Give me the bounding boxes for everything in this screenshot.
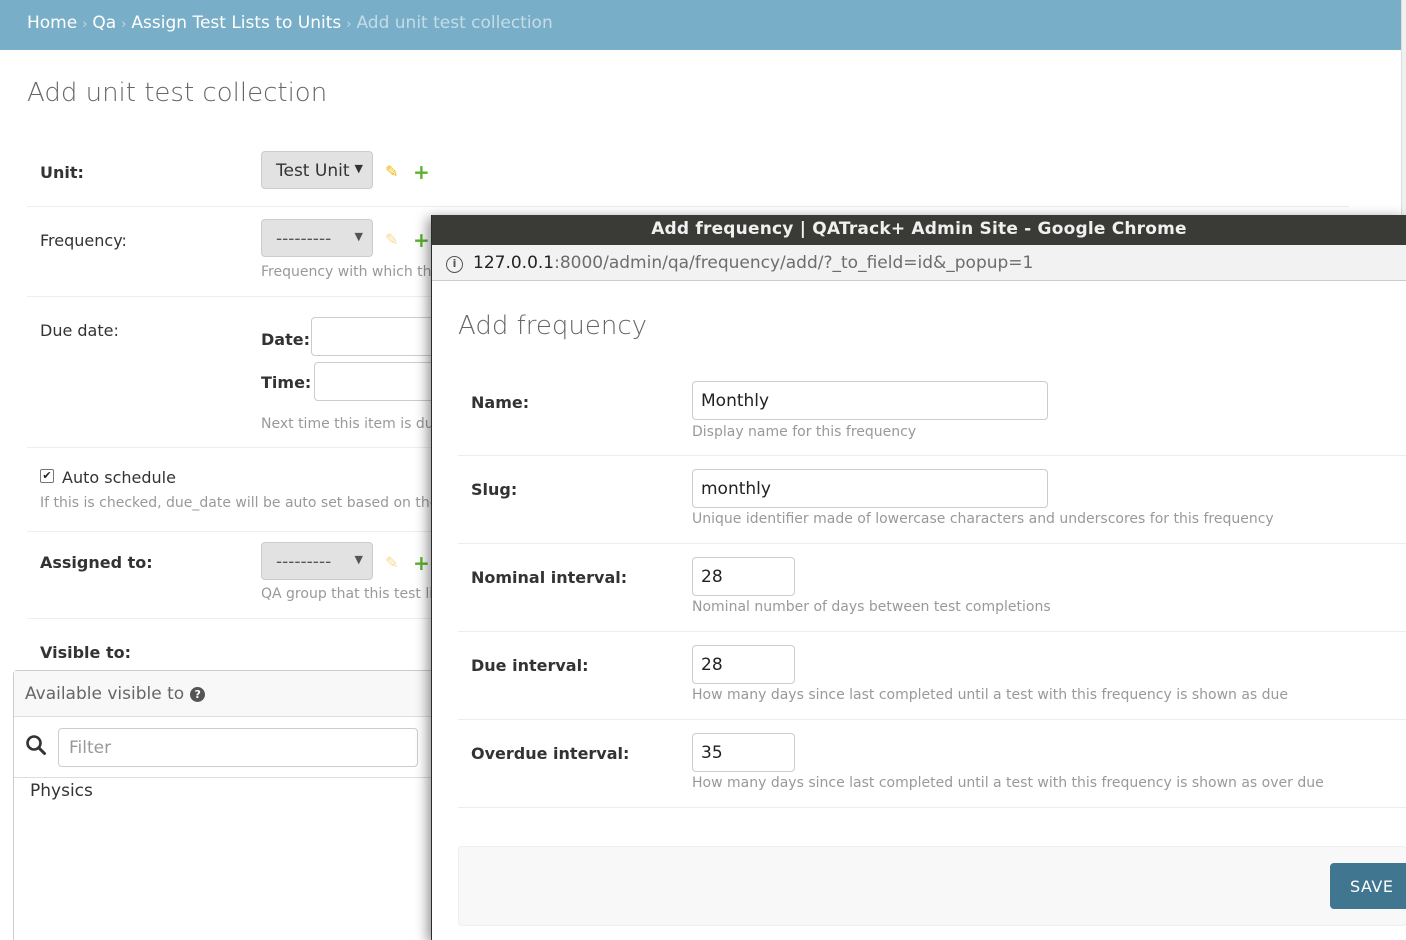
due-interval-row: Due interval: 28 How many days since las… [458, 632, 1406, 720]
help-question-icon[interactable]: ? [190, 687, 206, 702]
breadcrumb-current: Add unit test collection [356, 13, 553, 33]
date-input[interactable] [311, 317, 451, 356]
due-interval-label: Due interval: [471, 656, 589, 675]
auto-schedule-checkbox[interactable]: ✔ [40, 469, 54, 483]
due-interval-help: How many days since last completed until… [692, 687, 1289, 703]
search-icon [26, 735, 46, 755]
unit-row: Unit: Test Unit ▼ ✎ + [27, 140, 1349, 207]
name-row: Name: Monthly Display name for this freq… [458, 368, 1406, 456]
unit-select[interactable]: Test Unit ▼ [261, 151, 373, 189]
slug-input[interactable]: monthly [692, 469, 1048, 508]
info-icon[interactable]: i [446, 256, 463, 273]
auto-schedule-label: Auto schedule [62, 468, 176, 487]
overdue-interval-help: How many days since last completed until… [692, 775, 1324, 791]
auto-schedule-help: If this is checked, due_date will be aut… [40, 495, 470, 511]
dropdown-arrow-icon: ▼ [354, 230, 363, 243]
add-frequency-popup-window: Add frequency | QATrack+ Admin Site - Go… [431, 215, 1406, 940]
frequency-select-value: --------- [276, 229, 332, 249]
breadcrumb-separator: › [82, 17, 88, 32]
available-visible-to-title: Available visible to [25, 684, 185, 704]
dropdown-arrow-icon: ▼ [354, 162, 363, 175]
breadcrumb-separator: › [121, 17, 127, 32]
edit-pencil-icon[interactable]: ✎ [385, 162, 398, 181]
visible-to-label: Visible to: [40, 643, 131, 662]
due-date-label: Due date: [40, 321, 119, 340]
save-button[interactable]: SAVE [1330, 863, 1406, 909]
due-interval-input[interactable]: 28 [692, 645, 795, 684]
available-visible-to-header: Available visible to? [14, 671, 432, 717]
breadcrumb-separator: › [346, 17, 352, 32]
unit-label: Unit: [40, 163, 84, 182]
overdue-interval-input[interactable]: 35 [692, 733, 795, 772]
slug-row: Slug: monthly Unique identifier made of … [458, 456, 1406, 544]
assigned-to-label: Assigned to: [40, 553, 153, 572]
visible-to-selector: Available visible to? Filter Physics [13, 670, 433, 940]
edit-pencil-icon[interactable]: ✎ [385, 553, 398, 572]
name-help: Display name for this frequency [692, 424, 917, 440]
add-plus-icon[interactable]: + [413, 230, 430, 250]
filter-placeholder: Filter [69, 738, 112, 758]
dropdown-arrow-icon: ▼ [354, 553, 363, 566]
popup-url-bar[interactable]: i 127.0.0.1:8000/admin/qa/frequency/add/?… [432, 245, 1406, 281]
time-label: Time: [261, 373, 312, 392]
breadcrumb-qa-link[interactable]: Qa [92, 13, 116, 33]
overdue-interval-row: Overdue interval: 35 How many days since… [458, 720, 1406, 808]
submit-row [458, 846, 1406, 926]
url-host: 127.0.0.1 [473, 253, 555, 273]
popup-title: Add frequency [458, 311, 648, 341]
url-path: :8000/admin/qa/frequency/add/?_to_field=… [554, 253, 1034, 273]
unit-select-value: Test Unit [276, 161, 350, 181]
add-plus-icon[interactable]: + [413, 162, 430, 182]
page-title: Add unit test collection [27, 78, 328, 108]
selector-filter-bar: Filter [14, 718, 432, 778]
frequency-select[interactable]: --------- ▼ [261, 219, 373, 257]
breadcrumb-home-link[interactable]: Home [27, 13, 77, 33]
assigned-to-help: QA group that this test list [261, 586, 446, 602]
popup-window-titlebar[interactable]: Add frequency | QATrack+ Admin Site - Go… [432, 215, 1406, 245]
name-input[interactable]: Monthly [692, 381, 1048, 420]
assigned-to-select[interactable]: --------- ▼ [261, 542, 373, 580]
overdue-interval-label: Overdue interval: [471, 744, 630, 763]
nominal-interval-help: Nominal number of days between test comp… [692, 599, 1051, 615]
date-label: Date: [261, 330, 310, 349]
nominal-interval-row: Nominal interval: 28 Nominal number of d… [458, 544, 1406, 632]
add-plus-icon[interactable]: + [413, 553, 430, 573]
due-date-help: Next time this item is due [261, 416, 443, 432]
frequency-help: Frequency with which this [261, 264, 443, 280]
edit-pencil-icon[interactable]: ✎ [385, 230, 398, 249]
name-label: Name: [471, 393, 530, 412]
selector-option-physics[interactable]: Physics [30, 781, 93, 801]
filter-input[interactable]: Filter [58, 728, 418, 767]
nominal-interval-label: Nominal interval: [471, 568, 628, 587]
slug-label: Slug: [471, 480, 518, 499]
nominal-interval-input[interactable]: 28 [692, 557, 795, 596]
breadcrumb-section-link[interactable]: Assign Test Lists to Units [131, 13, 341, 33]
assigned-to-select-value: --------- [276, 552, 332, 572]
frequency-label: Frequency: [40, 231, 127, 250]
breadcrumb: Home › Qa › Assign Test Lists to Units › Add u… [0, 0, 1401, 50]
slug-help: Unique identifier made of lowercase char… [692, 511, 1274, 527]
